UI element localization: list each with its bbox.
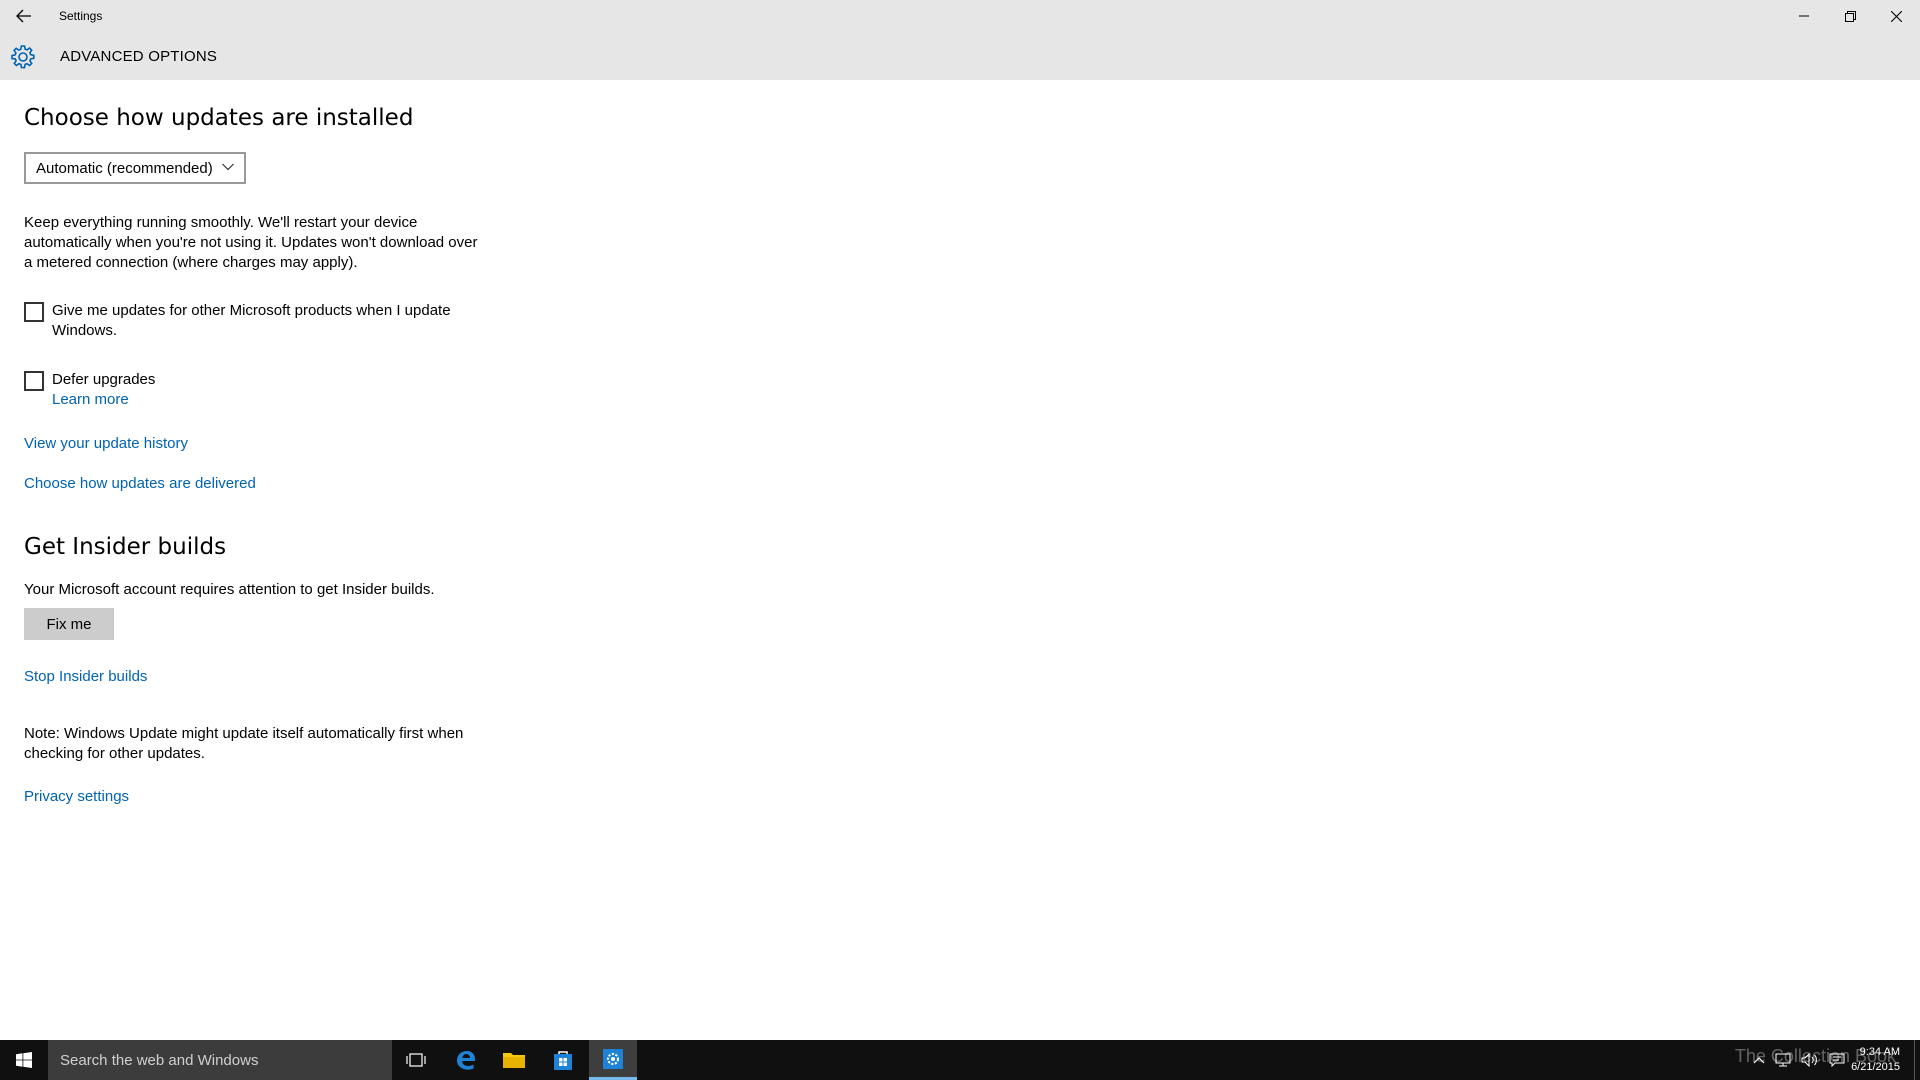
show-desktop-button[interactable] [1914,1040,1920,1080]
defer-upgrades-checkbox[interactable] [24,371,44,391]
clock[interactable]: 9:34 AM 6/21/2015 [1851,1045,1900,1075]
start-button[interactable] [0,1040,48,1080]
clock-time: 9:34 AM [1859,1046,1900,1058]
update-note: Note: Windows Update might update itself… [24,724,504,764]
folder-icon [503,1053,525,1068]
clock-date: 6/21/2015 [1851,1061,1900,1073]
window-title: Settings [59,9,103,23]
stop-insider-link[interactable]: Stop Insider builds [24,668,147,685]
insider-message: Your Microsoft account requires attentio… [24,581,435,598]
note-line1: Note: Windows Update might update itself… [24,725,464,742]
privacy-settings-link[interactable]: Privacy settings [24,788,129,805]
network-icon[interactable] [1775,1053,1791,1067]
search-placeholder: Search the web and Windows [60,1052,259,1069]
search-box[interactable]: Search the web and Windows [48,1040,392,1080]
update-history-link[interactable]: View your update history [24,435,188,452]
note-line2: checking for other updates. [24,745,205,762]
restore-button[interactable] [1827,0,1873,32]
close-button[interactable] [1873,0,1919,32]
store-button[interactable] [539,1040,587,1080]
updates-description: Keep everything running smoothly. We'll … [24,214,478,271]
insider-heading: Get Insider builds [24,534,227,560]
learn-more-link[interactable]: Learn more [52,391,129,408]
install-method-dropdown[interactable]: Automatic (recommended) [24,152,246,184]
action-center-icon[interactable] [1829,1053,1845,1067]
settings-taskbar-button[interactable] [589,1040,637,1080]
restore-icon [1844,10,1856,22]
gear-icon [11,45,35,69]
file-explorer-button[interactable] [490,1040,538,1080]
windows-logo-icon [16,1052,32,1068]
page-title: ADVANCED OPTIONS [60,48,218,65]
edge-icon [457,1051,475,1070]
ms-products-label-line1: Give me updates for other Microsoft prod… [52,302,451,319]
settings-gear-icon [603,1048,623,1069]
task-view-icon [406,1053,426,1067]
ms-products-checkbox[interactable] [24,302,44,322]
minimize-icon [1799,15,1809,17]
dropdown-value: Automatic (recommended) [36,160,213,177]
edge-button[interactable] [442,1040,490,1080]
close-icon [1890,10,1902,22]
store-icon [554,1051,572,1070]
defer-upgrades-label[interactable]: Defer upgrades [52,370,512,390]
page-header: ADVANCED OPTIONS [0,32,1920,80]
delivery-options-link[interactable]: Choose how updates are delivered [24,475,256,492]
ms-products-label[interactable]: Give me updates for other Microsoft prod… [52,301,492,341]
chevron-down-icon [222,163,234,171]
back-arrow-icon [16,9,31,23]
title-bar: Settings [0,0,1920,32]
chevron-up-icon[interactable] [1753,1056,1765,1064]
volume-icon[interactable] [1801,1053,1819,1067]
updates-heading: Choose how updates are installed [24,105,414,131]
minimize-button[interactable] [1781,0,1827,32]
task-view-button[interactable] [392,1040,440,1080]
back-button[interactable] [0,0,48,32]
ms-products-label-line2: Windows. [52,322,118,339]
fix-me-button[interactable]: Fix me [24,608,114,640]
system-tray [1753,1040,1845,1080]
taskbar: Search the web and Windows The Collectio… [0,1040,1920,1080]
